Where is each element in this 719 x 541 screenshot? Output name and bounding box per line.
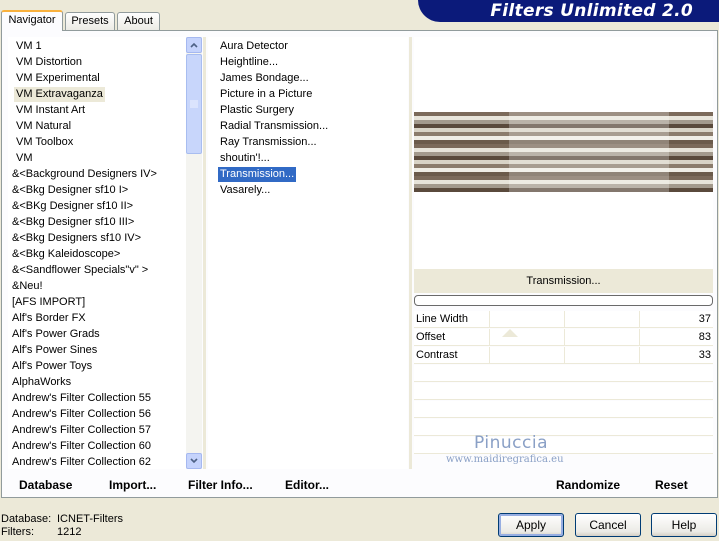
param-row-empty (414, 383, 713, 400)
category-item[interactable]: Alf's Power Toys (10, 359, 94, 374)
filter-title: Transmission... (414, 269, 713, 293)
grip-icon (190, 100, 198, 108)
tab-navigator[interactable]: Navigator (1, 10, 63, 31)
divider (409, 37, 412, 469)
category-item[interactable]: VM Experimental (14, 71, 102, 86)
param-row-empty (414, 365, 713, 382)
divider (203, 37, 206, 469)
database-button[interactable]: Database (19, 478, 72, 492)
category-item[interactable]: Andrew's Filter Collection 60 (10, 439, 153, 454)
filter-item[interactable]: shoutin'!... (218, 151, 272, 166)
category-item[interactable]: Alf's Power Sines (10, 343, 99, 358)
slider-tick (564, 311, 565, 328)
tab-presets[interactable]: Presets (65, 12, 115, 30)
category-item[interactable]: Alf's Border FX (10, 311, 88, 326)
filter-item[interactable]: Plastic Surgery (218, 103, 296, 118)
watermark-name: Pinuccia (474, 433, 548, 453)
chevron-down-icon (190, 458, 198, 464)
cancel-button[interactable]: Cancel (575, 513, 641, 537)
category-item[interactable]: Andrew's Filter Collection 55 (10, 391, 153, 406)
category-item[interactable]: &<Background Designers IV> (10, 167, 159, 182)
filter-info-button[interactable]: Filter Info... (188, 478, 253, 492)
help-button[interactable]: Help (651, 513, 717, 537)
category-item[interactable]: &<Bkg Designer sf10 III> (10, 215, 136, 230)
param-value: 33 (698, 349, 711, 361)
randomize-button[interactable]: Randomize (556, 478, 620, 492)
apply-button[interactable]: Apply (498, 513, 564, 537)
category-item[interactable]: Andrew's Filter Collection 56 (10, 407, 153, 422)
parameter-panel: Line Width 37 Offset 83 Contrast 33 (414, 311, 713, 465)
slider-tick (489, 311, 490, 328)
import-button[interactable]: Import... (109, 478, 156, 492)
chevron-up-icon (190, 42, 198, 48)
filter-item[interactable]: Radial Transmission... (218, 119, 330, 134)
category-item[interactable]: VM Distortion (14, 55, 84, 70)
filter-preview (414, 37, 713, 269)
category-item[interactable]: &Neu! (10, 279, 45, 294)
param-name: Line Width (416, 313, 468, 325)
category-item[interactable]: VM Toolbox (14, 135, 75, 150)
editor-button[interactable]: Editor... (285, 478, 329, 492)
category-item[interactable]: Andrew's Filter Collection 62 (10, 455, 153, 469)
category-item[interactable]: [AFS IMPORT] (10, 295, 87, 310)
slider-tick (564, 329, 565, 346)
category-item[interactable]: VM Natural (14, 119, 73, 134)
slider-tick (639, 311, 640, 328)
filter-item[interactable]: Vasarely... (218, 183, 272, 198)
filter-list[interactable]: Aura Detector Heightline... James Bondage.… (208, 37, 408, 469)
category-scrollbar[interactable] (186, 37, 202, 469)
navigator-panel: VM 1 VM Distortion VM Experimental VM Extra… (1, 30, 718, 498)
filters-label: Filters: (1, 526, 34, 538)
filter-item[interactable]: Transmission... (218, 167, 297, 182)
param-row[interactable]: Line Width 37 (414, 311, 713, 328)
param-name: Contrast (416, 349, 458, 361)
filter-item[interactable]: Heightline... (218, 55, 280, 70)
param-row[interactable]: Contrast 33 (414, 347, 713, 364)
param-value: 83 (698, 331, 711, 343)
param-row-empty (414, 437, 713, 454)
slider-tick (564, 347, 565, 364)
category-item[interactable]: &<Sandflower Specials"v" > (10, 263, 150, 278)
database-label: Database: (1, 513, 52, 525)
slider-tick (489, 347, 490, 364)
app-title: Filters Unlimited 2.0 (490, 1, 693, 21)
slider-tick (639, 347, 640, 364)
category-item[interactable]: AlphaWorks (10, 375, 73, 390)
progress-bar (414, 295, 713, 306)
filter-item[interactable]: Ray Transmission... (218, 135, 319, 150)
title-banner: Filters Unlimited 2.0 (418, 0, 719, 22)
category-item[interactable]: VM 1 (14, 39, 44, 54)
scroll-down-button[interactable] (186, 453, 202, 469)
database-value: ICNET-Filters (57, 513, 123, 525)
tab-about[interactable]: About (117, 12, 160, 30)
scroll-up-button[interactable] (186, 37, 202, 53)
reset-button[interactable]: Reset (655, 478, 688, 492)
filter-item[interactable]: James Bondage... (218, 71, 311, 86)
category-item[interactable]: &<Bkg Designer sf10 I> (10, 183, 130, 198)
param-row-empty (414, 401, 713, 418)
filter-item[interactable]: Aura Detector (218, 39, 290, 54)
category-list[interactable]: VM 1 VM Distortion VM Experimental VM Extra… (8, 37, 202, 469)
param-value: 37 (698, 313, 711, 325)
category-item[interactable]: VM Extravaganza (14, 87, 105, 102)
scroll-thumb[interactable] (186, 54, 202, 154)
category-item[interactable]: &<Bkg Kaleidoscope> (10, 247, 122, 262)
watermark-url: www.maidiregrafica.eu (446, 454, 564, 465)
filter-item[interactable]: Picture in a Picture (218, 87, 314, 102)
slider-marker (502, 329, 518, 337)
slider-tick (639, 329, 640, 346)
preview-image (414, 112, 713, 192)
category-item[interactable]: Andrew's Filter Collection 57 (10, 423, 153, 438)
category-item[interactable]: &<BKg Designer sf10 II> (10, 199, 135, 214)
category-item[interactable]: Alf's Power Grads (10, 327, 102, 342)
param-row[interactable]: Offset 83 (414, 329, 713, 346)
preview-highlight (509, 112, 669, 192)
category-item[interactable]: &<Bkg Designers sf10 IV> (10, 231, 143, 246)
param-name: Offset (416, 331, 446, 343)
filters-count: 1212 (57, 526, 82, 538)
category-item[interactable]: VM Instant Art (14, 103, 87, 118)
slider-tick (489, 329, 490, 346)
param-row-empty (414, 419, 713, 436)
category-item[interactable]: VM (14, 151, 35, 166)
